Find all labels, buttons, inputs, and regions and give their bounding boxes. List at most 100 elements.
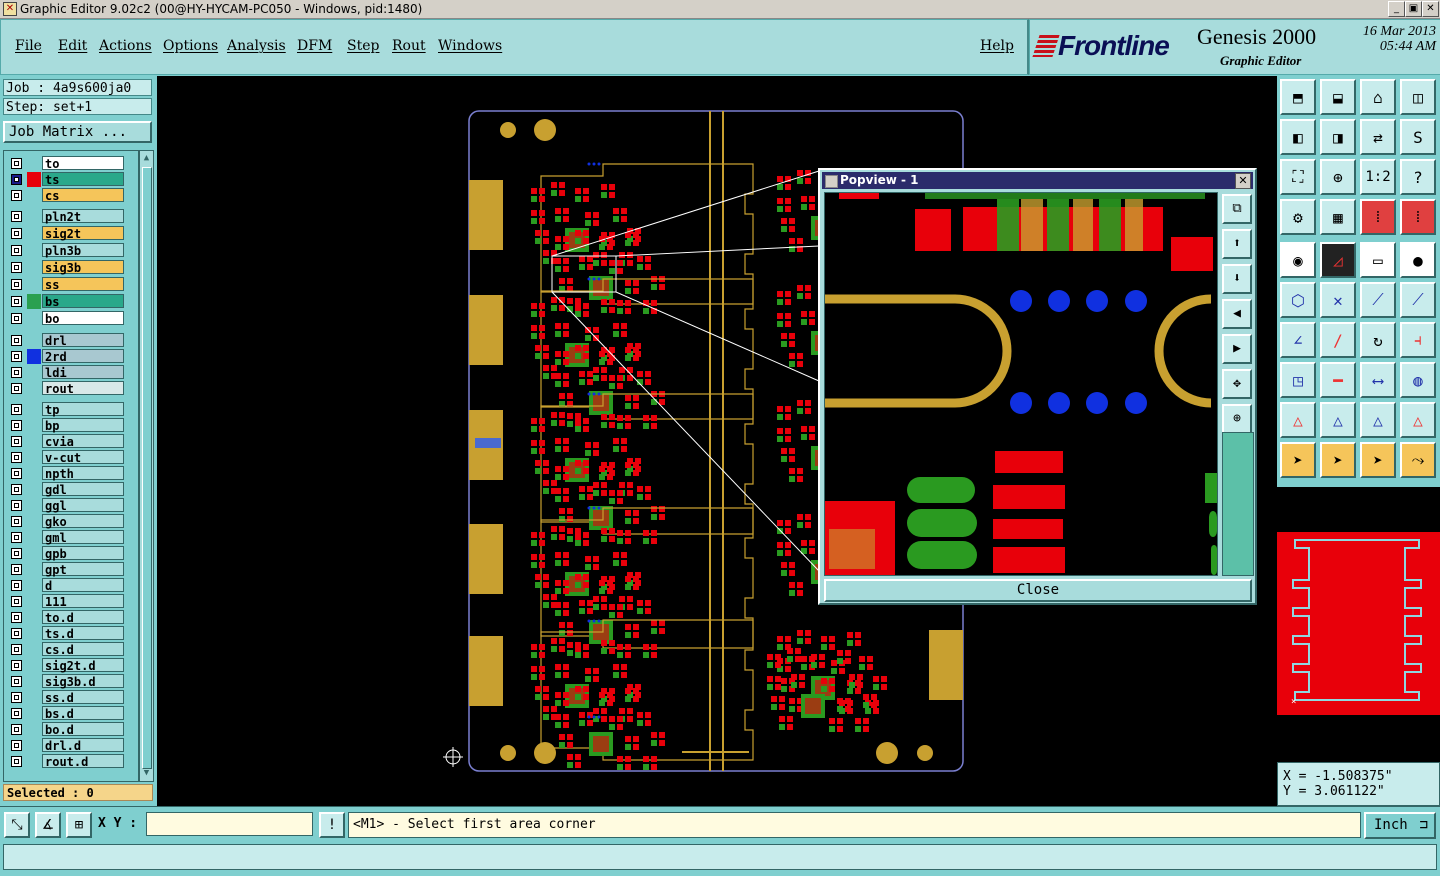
layer-row[interactable]: gpb [4,546,136,561]
layer-row[interactable]: ggl [4,498,136,513]
layer-checkbox[interactable] [11,708,22,719]
layer-row[interactable]: ss [4,277,136,292]
zoom-home-icon[interactable]: ⬒ [1280,79,1316,115]
layer-checkbox[interactable] [11,612,22,623]
layer-name[interactable]: pln3b [42,243,124,258]
layer-checkbox[interactable] [11,228,22,239]
layer-row[interactable]: to [4,156,136,171]
layer-name[interactable]: 111 [42,594,124,609]
layer-name[interactable]: pln2t [42,209,124,224]
overview-map[interactable]: × [1277,532,1440,715]
grid-icon[interactable]: ▦ [1320,199,1356,235]
line-node-2-icon[interactable]: ⟋ [1400,282,1436,318]
popview-center-icon[interactable]: ⊕ [1222,404,1252,434]
layer-color-swatch[interactable] [27,626,41,641]
connect-nodes-icon[interactable]: ⬡ [1280,282,1316,318]
layer-checkbox[interactable] [11,660,22,671]
layer-checkbox[interactable] [11,580,22,591]
slash-line-icon[interactable]: / [1320,322,1356,358]
layer-name[interactable]: tp [42,402,124,417]
layer-color-swatch[interactable] [27,530,41,545]
layer-checkbox[interactable] [11,676,22,687]
ruler-icon[interactable]: ▭ [1360,242,1396,278]
layer-row[interactable]: sig3b.d [4,674,136,689]
layer-checkbox[interactable] [11,468,22,479]
layer-row[interactable]: gml [4,530,136,545]
layer-row[interactable]: sig2t.d [4,658,136,673]
popview-fit-icon[interactable]: ✥ [1222,369,1252,399]
layer-name[interactable]: rout.d [42,754,124,769]
layer-row[interactable]: ts.d [4,626,136,641]
layer-color-swatch[interactable] [27,434,41,449]
popview-zoom-in-icon[interactable]: ⬆ [1222,229,1252,259]
layer-row[interactable]: rout.d [4,754,136,769]
layer-color-swatch[interactable] [27,738,41,753]
close-window-button[interactable]: ✕ [1422,1,1439,17]
layer-color-swatch[interactable] [27,562,41,577]
menu-actions[interactable]: Actions [99,38,152,54]
zoom-fit-icon[interactable]: ⛶ [1280,159,1316,195]
triangle-icon[interactable]: △ [1280,402,1316,438]
layer-checkbox[interactable] [11,404,22,415]
menu-dfm[interactable]: DFM [297,38,332,54]
layer-name[interactable]: bo [42,311,124,326]
layer-name[interactable]: ts.d [42,626,124,641]
layer-name[interactable]: cvia [42,434,124,449]
layer-color-swatch[interactable] [27,690,41,705]
abort-icon[interactable]: ! [319,812,345,838]
layer-row[interactable]: d [4,578,136,593]
scroll-thumb[interactable] [142,167,152,769]
layer-checkbox[interactable] [11,740,22,751]
layer-row[interactable]: to.d [4,610,136,625]
triangle-4-icon[interactable]: △ [1400,402,1436,438]
layer-name[interactable]: ss [42,277,124,292]
minus-line-icon[interactable]: ━ [1320,362,1356,398]
layer-row[interactable]: bo [4,311,136,326]
measure-width-icon[interactable]: ⟷ [1360,362,1396,398]
xy-input[interactable] [146,812,313,836]
layer-name[interactable]: ggl [42,498,124,513]
layer-toggle-icon[interactable]: ⁞ [1360,199,1396,235]
layer-color-swatch[interactable] [27,642,41,657]
shapes-icon[interactable]: ◍ [1400,362,1436,398]
layer-name[interactable]: to [42,156,124,171]
mirror-icon[interactable]: ⇄ [1360,119,1396,155]
layer-color-swatch[interactable] [27,482,41,497]
measure-icon[interactable]: ◿ [1320,242,1356,278]
layer-checkbox[interactable] [11,351,22,362]
layer-row[interactable]: drl [4,333,136,348]
layer-checkbox[interactable] [11,190,22,201]
layer-name[interactable]: sig3b [42,260,124,275]
layer-row[interactable]: bo.d [4,722,136,737]
layer-row[interactable]: gpt [4,562,136,577]
layer-row[interactable]: ss.d [4,690,136,705]
layer-color-swatch[interactable] [27,706,41,721]
rotate-icon[interactable]: S [1400,119,1436,155]
layer-row[interactable]: ts [4,172,136,187]
layer-name[interactable]: sig2t [42,226,124,241]
menu-file[interactable]: File [15,38,42,54]
layer-color-swatch[interactable] [27,466,41,481]
snap-settings-icon[interactable]: ⚙ [1280,199,1316,235]
bracket-icon[interactable]: ⫞ [1400,322,1436,358]
layer-name[interactable]: sig3b.d [42,674,124,689]
snap-icon[interactable]: ⤡ [4,812,30,838]
layer-color-swatch[interactable] [27,277,41,292]
layer-row[interactable]: v-cut [4,450,136,465]
pad-icon[interactable]: ● [1400,242,1436,278]
layer-color-swatch[interactable] [27,546,41,561]
layer-color-swatch[interactable] [27,754,41,769]
layer-checkbox[interactable] [11,158,22,169]
popview-pan-left-icon[interactable]: ◀ [1222,299,1252,329]
layer-scrollbar[interactable]: ▲ ▼ [139,150,154,782]
layer-row[interactable]: cs.d [4,642,136,657]
menu-step[interactable]: Step [347,38,379,54]
layer-color-swatch[interactable] [27,294,41,309]
layer-name[interactable]: bo.d [42,722,124,737]
layer-color-swatch[interactable] [27,450,41,465]
layer-checkbox[interactable] [11,516,22,527]
layer-checkbox[interactable] [11,420,22,431]
layer-row[interactable]: 2rd [4,349,136,364]
menu-help[interactable]: Help [980,38,1014,54]
layer-name[interactable]: drl.d [42,738,124,753]
